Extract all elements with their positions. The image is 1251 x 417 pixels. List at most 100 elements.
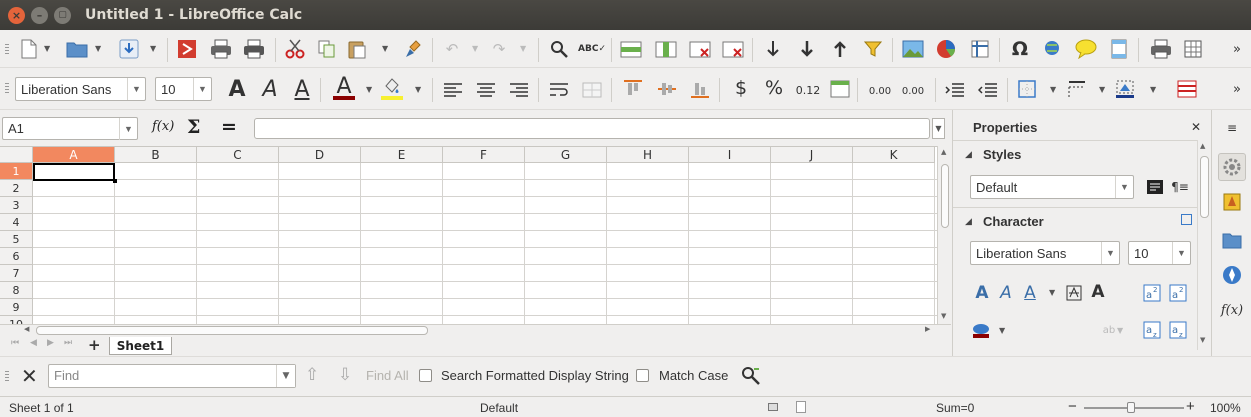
find-replace-dialog-icon[interactable] (740, 365, 762, 387)
save-icon[interactable] (118, 38, 140, 60)
close-find-icon[interactable]: ✕ (21, 364, 38, 388)
sort-descending-icon[interactable] (796, 38, 818, 60)
spelling-icon[interactable]: ABC✓ (578, 38, 606, 60)
underline-icon[interactable]: A (291, 77, 313, 102)
collapse-triangle-icon[interactable]: ◢ (965, 150, 972, 160)
next-sheet-icon[interactable]: ▶ (47, 338, 54, 348)
row-header-9[interactable]: 9 (0, 299, 33, 316)
copy-icon[interactable] (316, 38, 338, 60)
find-next-icon[interactable]: ⇩ (338, 365, 352, 385)
redo-dropdown-arrow[interactable]: ▼ (520, 44, 526, 53)
name-box[interactable]: A1 ▼ (2, 117, 138, 140)
export-pdf-icon[interactable] (176, 38, 198, 60)
gallery-deck-icon[interactable] (1218, 226, 1246, 254)
center-vertically-icon[interactable] (656, 78, 678, 100)
navigator-deck-icon[interactable] (1218, 261, 1246, 289)
paste-icon[interactable] (346, 38, 368, 60)
font-color-dropdown-arrow[interactable]: ▼ (366, 85, 372, 94)
align-center-icon[interactable] (475, 79, 497, 101)
open-folder-icon[interactable] (66, 38, 88, 60)
scroll-up-icon[interactable]: ▲ (1200, 142, 1205, 150)
chevron-down-icon[interactable]: ▼ (1101, 242, 1119, 264)
update-style-icon[interactable]: ¶≡ (1169, 176, 1191, 198)
row-header-1[interactable]: 1 (0, 163, 33, 180)
sidebar-font-size-combo[interactable]: 10 ▼ (1128, 241, 1191, 265)
border-color-icon[interactable] (1114, 78, 1136, 100)
column-header-j[interactable]: J (771, 147, 853, 163)
sidebar-scroll-thumb[interactable] (1200, 156, 1209, 218)
vertical-scroll-thumb[interactable] (941, 164, 949, 228)
paste-dropdown-arrow[interactable]: ▼ (382, 44, 388, 53)
chevron-down-icon[interactable]: ▼ (127, 78, 145, 100)
function-wizard-icon[interactable]: f(x) (152, 119, 174, 134)
border-style-icon[interactable] (1066, 78, 1088, 100)
clone-formatting-icon[interactable] (403, 38, 425, 60)
align-right-icon[interactable] (508, 79, 530, 101)
border-color-dropdown-arrow[interactable]: ▼ (1150, 85, 1156, 94)
row-header-8[interactable]: 8 (0, 282, 33, 299)
number-format-icon[interactable]: 0.12 (796, 79, 821, 101)
sum-icon[interactable]: Σ (187, 116, 200, 138)
column-header-c[interactable]: C (197, 147, 279, 163)
window-minimize-button[interactable]: – (31, 6, 48, 24)
freeze-rows-columns-icon[interactable] (1182, 38, 1204, 60)
selection-mode-icon[interactable] (768, 403, 778, 411)
insert-columns-icon[interactable] (655, 38, 677, 60)
more-options-icon[interactable] (1181, 214, 1192, 225)
bold-font-icon[interactable]: A (1087, 281, 1109, 303)
sheet-tab-sheet1[interactable]: Sheet1 (109, 337, 172, 355)
zoom-level[interactable]: 100% (1210, 401, 1241, 415)
headers-footers-icon[interactable] (1108, 38, 1130, 60)
subscript-icon[interactable]: az (1141, 319, 1163, 341)
first-sheet-icon[interactable]: ⏮ (11, 338, 19, 348)
decrease-indent-icon[interactable] (977, 79, 999, 101)
font-color-sidebar-icon[interactable] (970, 319, 992, 341)
outline-font-icon[interactable]: A (971, 282, 993, 304)
sort-ascending-icon[interactable] (829, 38, 851, 60)
sidebar-scrollbar[interactable]: ▲ ▼ (1197, 140, 1210, 350)
sidebar-font-name-combo[interactable]: Liberation Sans ▼ (970, 241, 1120, 265)
row-header-6[interactable]: 6 (0, 248, 33, 265)
undo-icon[interactable]: ↶ (441, 38, 463, 60)
insert-image-icon[interactable] (902, 38, 924, 60)
scroll-up-icon[interactable]: ▲ (941, 148, 946, 156)
new-document-icon[interactable] (18, 38, 40, 60)
font-color-sidebar-dropdown-arrow[interactable]: ▼ (999, 326, 1005, 335)
column-header-h[interactable]: H (607, 147, 689, 163)
last-sheet-icon[interactable]: ⏭ (64, 338, 72, 348)
print-preview-icon[interactable] (243, 38, 265, 60)
highlight-color-icon[interactable] (381, 76, 403, 100)
chevron-down-icon[interactable]: ▼ (119, 118, 137, 140)
column-header-i[interactable]: I (689, 147, 771, 163)
borders-dropdown-arrow[interactable]: ▼ (1050, 85, 1056, 94)
horizontal-scrollbar[interactable]: ◀ ▶ (0, 324, 951, 336)
save-dropdown-arrow[interactable]: ▼ (150, 44, 156, 53)
search-formatted-checkbox[interactable] (419, 369, 432, 382)
border-style-dropdown-arrow[interactable]: ▼ (1099, 85, 1105, 94)
style-combo[interactable]: Default ▼ (970, 175, 1134, 199)
toolbar-grip[interactable] (5, 44, 9, 56)
find-replace-icon[interactable] (548, 38, 570, 60)
scroll-down-icon[interactable]: ▼ (941, 312, 946, 320)
redo-icon[interactable]: ↷ (488, 38, 510, 60)
delete-rows-icon[interactable] (689, 38, 711, 60)
window-maximize-button[interactable]: ▢ (54, 6, 71, 24)
select-all-corner[interactable] (0, 147, 33, 163)
hyperlink-icon[interactable] (1042, 38, 1064, 60)
scroll-right-icon[interactable]: ▶ (925, 325, 930, 333)
new-style-icon[interactable] (1144, 176, 1166, 198)
column-header-f[interactable]: F (443, 147, 525, 163)
toolbar-grip[interactable] (5, 83, 9, 95)
delete-decimal-icon[interactable]: 0.00 (900, 80, 926, 102)
prev-sheet-icon[interactable]: ◀ (30, 338, 37, 348)
print-icon[interactable] (210, 38, 232, 60)
spreadsheet-grid[interactable]: ABCDEFGHIJK 1 2 3 4 5 6 7 8 9 10 (0, 146, 937, 324)
pivot-table-icon[interactable] (969, 38, 991, 60)
decrease-font-icon[interactable]: az (1167, 319, 1189, 341)
toolbar-grip[interactable] (5, 371, 9, 383)
column-header-g[interactable]: G (525, 147, 607, 163)
increase-font-icon[interactable]: a2 (1167, 282, 1189, 304)
delete-columns-icon[interactable] (722, 38, 744, 60)
insert-chart-icon[interactable] (935, 38, 957, 60)
row-header-10[interactable]: 10 (0, 316, 33, 324)
